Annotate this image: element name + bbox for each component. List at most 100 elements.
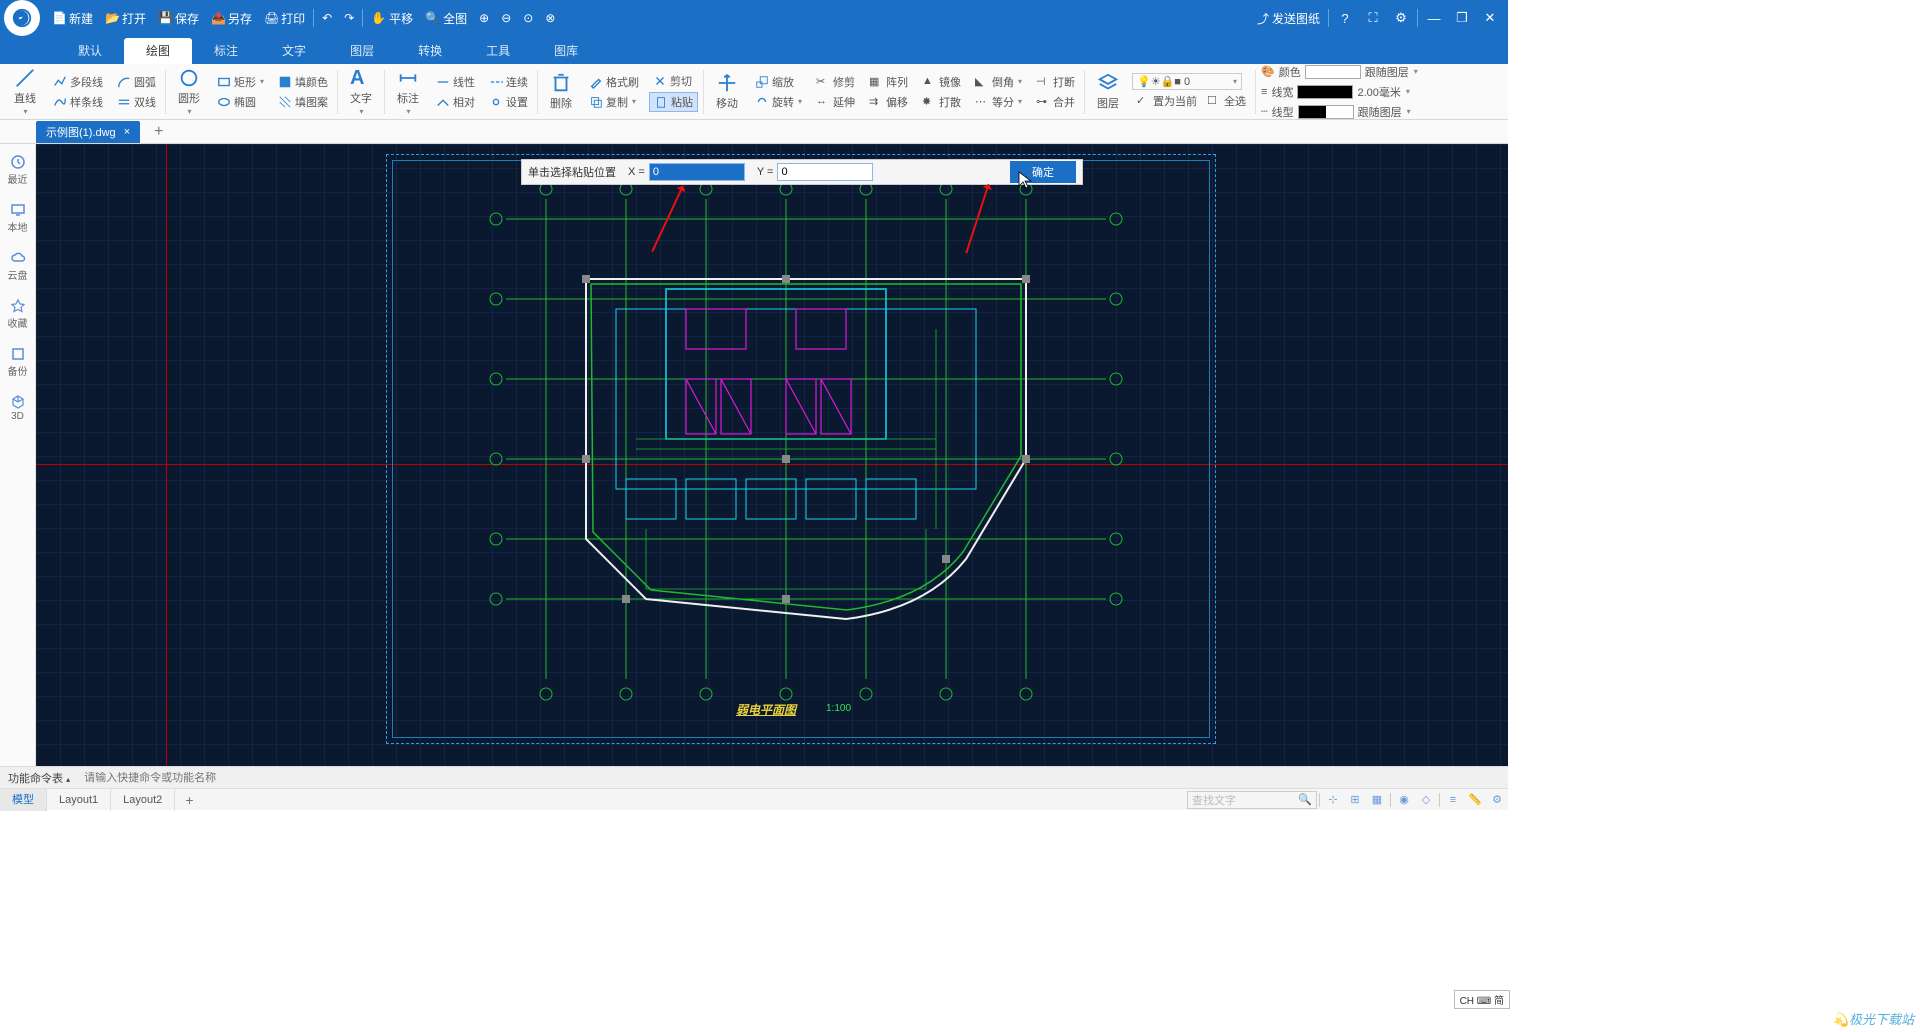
linewidth-property[interactable]: ≡线宽2.00毫米▾ <box>1261 83 1418 101</box>
set-current-layer-button[interactable]: ✓置为当前 <box>1132 92 1201 110</box>
zoom-in-button[interactable]: ⊕ <box>473 0 495 36</box>
color-wheel-icon: 🎨 <box>1261 65 1275 78</box>
layout-tab-model[interactable]: 模型 <box>0 789 47 811</box>
break-button[interactable]: ⊣打断 <box>1032 73 1079 91</box>
dblline-button[interactable]: 双线 <box>113 93 160 111</box>
move-button[interactable]: 移动 <box>712 70 742 113</box>
format-brush-button[interactable]: 格式刷 <box>585 73 643 91</box>
grid-toggle-button[interactable]: ▦ <box>1366 789 1388 811</box>
layout-tab-2[interactable]: Layout2 <box>111 789 175 811</box>
polar-button[interactable]: ◉ <box>1393 789 1415 811</box>
osnap-button[interactable]: ◇ <box>1415 789 1437 811</box>
settings-button[interactable]: ⚙ <box>1387 10 1415 26</box>
close-button[interactable]: ✕ <box>1476 10 1504 26</box>
file-tab[interactable]: 示例图(1).dwg × <box>36 121 140 143</box>
chamfer-button[interactable]: ◣倒角▾ <box>971 73 1026 91</box>
snap-button[interactable]: ⊹ <box>1322 789 1344 811</box>
rotate-button[interactable]: 旋转▾ <box>751 93 806 111</box>
add-layout-button[interactable]: + <box>175 792 203 808</box>
sidebar-recent[interactable]: 最近 <box>0 150 35 190</box>
fillpattern-button[interactable]: 填图案 <box>274 93 332 111</box>
ortho-button[interactable]: ⊞ <box>1344 789 1366 811</box>
selectall-button[interactable]: ☐全选 <box>1203 92 1250 110</box>
undo-button[interactable]: ↶ <box>316 0 338 36</box>
linear-dim-button[interactable]: 线性 <box>432 73 479 91</box>
minimize-button[interactable]: — <box>1420 11 1448 26</box>
fullscreen-button[interactable]: ⛶ <box>1359 10 1387 26</box>
divide-button[interactable]: ⋯等分▾ <box>971 93 1026 111</box>
zoom-out-button[interactable]: ⊖ <box>495 0 517 36</box>
zoom-button[interactable]: 🔍全图 <box>419 0 473 36</box>
extend-button[interactable]: ↔延伸 <box>812 93 859 111</box>
layer-button[interactable]: 图层 <box>1093 70 1123 113</box>
pan-button[interactable]: ✋平移 <box>365 0 419 36</box>
tab-annotate[interactable]: 标注 <box>192 38 260 64</box>
open-button[interactable]: 📂打开 <box>99 0 152 36</box>
search-box[interactable]: 查找文字🔍 <box>1187 791 1317 809</box>
copy-button[interactable]: 复制▾ <box>585 93 643 111</box>
rect-button[interactable]: 矩形▾ <box>213 73 268 91</box>
array-button[interactable]: ▦阵列 <box>865 73 912 91</box>
zoom-window-button[interactable]: ⊙ <box>517 0 539 36</box>
trim-button[interactable]: ✂修剪 <box>812 73 859 91</box>
coord-x-input[interactable] <box>649 163 745 181</box>
sidebar-favorites[interactable]: 收藏 <box>0 294 35 334</box>
scatter-button[interactable]: ✸打散 <box>918 93 965 111</box>
delete-button[interactable]: 删除 <box>546 70 576 113</box>
help-button[interactable]: ? <box>1331 11 1359 26</box>
linetype-property[interactable]: ┄线型跟随图层▾ <box>1261 103 1418 121</box>
line-button[interactable]: 直线▾ <box>10 65 40 118</box>
zoom-extents-button[interactable]: ⊗ <box>539 0 561 36</box>
new-button[interactable]: 📄新建 <box>46 0 99 36</box>
sidebar-3d[interactable]: 3D <box>0 390 35 426</box>
color-property[interactable]: 🎨颜色跟随图层▾ <box>1261 63 1418 81</box>
paste-button[interactable]: 粘贴 <box>649 92 698 112</box>
sidebar-backup[interactable]: 备份 <box>0 342 35 382</box>
circle-button[interactable]: 圆形▾ <box>174 65 204 118</box>
print-button[interactable]: 🖨打印 <box>258 0 311 36</box>
linewidth-toggle[interactable]: ≡ <box>1442 789 1464 811</box>
scale-button[interactable]: 缩放 <box>751 73 806 91</box>
saveas-button[interactable]: 📤另存 <box>205 0 258 36</box>
command-input[interactable] <box>78 772 1508 784</box>
offset-button[interactable]: ⇉偏移 <box>865 93 912 111</box>
annotate-button[interactable]: 标注▾ <box>393 65 423 118</box>
layout-tab-1[interactable]: Layout1 <box>47 789 111 811</box>
maximize-button[interactable]: ❐ <box>1448 10 1476 26</box>
text-button[interactable]: A文字▾ <box>346 65 376 118</box>
drawing-canvas[interactable]: 弱电平面图 1:100 单击选择粘贴位置 X = Y = 确定 <box>36 144 1508 766</box>
tab-convert[interactable]: 转换 <box>396 38 464 64</box>
relative-dim-button[interactable]: 相对 <box>432 93 479 111</box>
sidebar-local[interactable]: 本地 <box>0 198 35 238</box>
continuous-dim-button[interactable]: 连续 <box>485 73 532 91</box>
ruler-button[interactable]: 📏 <box>1464 789 1486 811</box>
tab-tools[interactable]: 工具 <box>464 38 532 64</box>
cut-button[interactable]: 剪切 <box>649 72 698 90</box>
layer-dropdown[interactable]: 💡☀🔒■ 0▾ <box>1132 73 1242 90</box>
add-file-tab-button[interactable]: + <box>148 123 169 141</box>
backup-icon <box>10 346 26 362</box>
close-tab-button[interactable]: × <box>124 126 130 138</box>
zoom-in-icon: ⊕ <box>479 11 489 25</box>
tab-text[interactable]: 文字 <box>260 38 328 64</box>
coord-y-input[interactable] <box>777 163 873 181</box>
tab-draw[interactable]: 绘图 <box>124 38 192 64</box>
fillcolor-button[interactable]: 填颜色 <box>274 73 332 91</box>
tab-library[interactable]: 图库 <box>532 38 600 64</box>
tab-layer[interactable]: 图层 <box>328 38 396 64</box>
tab-default[interactable]: 默认 <box>56 38 124 64</box>
dim-settings-button[interactable]: 设置 <box>485 93 532 111</box>
arc-button[interactable]: 圆弧 <box>113 73 160 91</box>
spline-button[interactable]: 样条线 <box>49 93 107 111</box>
redo-button[interactable]: ↷ <box>338 0 360 36</box>
mirror-button[interactable]: ▲镜像 <box>918 73 965 91</box>
coord-ok-button[interactable]: 确定 <box>1010 161 1076 183</box>
ellipse-button[interactable]: 椭圆 <box>213 93 268 111</box>
polyline-button[interactable]: 多段线 <box>49 73 107 91</box>
sidebar-cloud[interactable]: 云盘 <box>0 246 35 286</box>
merge-button[interactable]: ⊶合并 <box>1032 93 1079 111</box>
settings-bb-button[interactable]: ⚙ <box>1486 789 1508 811</box>
command-label[interactable]: 功能命令表 ▴ <box>0 770 78 786</box>
save-button[interactable]: 💾保存 <box>152 0 205 36</box>
send-drawing-button[interactable]: ⤴发送图纸 <box>1251 0 1326 36</box>
